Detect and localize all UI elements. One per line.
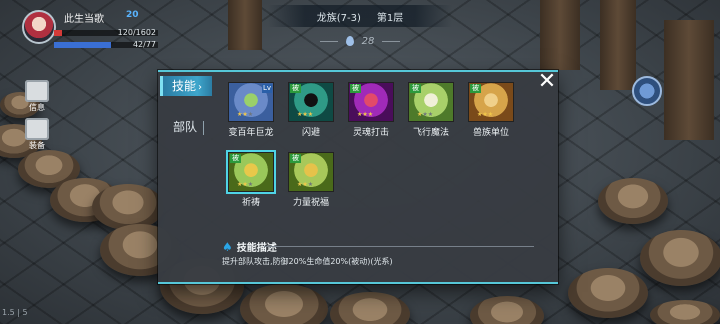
star-icon: ★ <box>247 111 254 118</box>
player-avatar[interactable] <box>22 10 56 44</box>
skill-description-text: 提升部队攻击,防御20%生命值20%(被动)(光系) <box>222 257 393 266</box>
star-rating: ★★★ <box>477 111 493 119</box>
wooden-post <box>228 0 262 50</box>
hp-bar: 120/1602 <box>54 28 158 37</box>
black-cat-icon: 被 ★★★ <box>288 82 334 122</box>
step-counter: 28 <box>312 34 408 48</box>
wooden-stump <box>92 184 164 230</box>
map-marker-icon[interactable] <box>632 76 662 106</box>
mp-bar-fill <box>54 42 112 48</box>
wooden-post <box>664 20 714 140</box>
divider <box>382 40 401 42</box>
spade-icon: ♠ <box>222 239 233 254</box>
info-button-label: 信息 <box>29 103 45 112</box>
heart-hand-icon: 被 ★★★ <box>288 152 334 192</box>
wooden-post <box>600 0 636 90</box>
passive-badge: 被 <box>350 84 361 93</box>
info-icon <box>25 80 49 102</box>
passive-badge: 被 <box>470 84 481 93</box>
skill-slot[interactable]: 被 ★★★ 灵魂打击 <box>346 82 396 144</box>
star-rating: ★★★ <box>357 111 373 119</box>
star-icon: ★ <box>487 111 494 118</box>
skill-slot[interactable]: 被 ★★★ 力量祝福 <box>286 152 336 214</box>
skill-label: 变百年巨龙 <box>228 128 274 138</box>
wooden-stump <box>640 230 720 286</box>
skill-label: 力量祝福 <box>292 198 329 208</box>
star-rating: ★★★ <box>237 111 253 119</box>
wooden-stump <box>568 268 648 318</box>
skill-slot[interactable]: 被 ★★★ 祈祷 <box>226 150 276 214</box>
divider <box>264 246 534 247</box>
beast-icon: 被 ★★★ <box>468 82 514 122</box>
skill-label: 飞行魔法 <box>412 128 449 138</box>
drop-icon <box>345 36 354 46</box>
tab-army[interactable]: 部队 <box>164 117 216 137</box>
player-level: 20 <box>126 10 139 20</box>
version-text: 1.5 | 5 <box>2 308 28 317</box>
wooden-stump <box>650 300 720 324</box>
star-icon: ★ <box>307 181 314 188</box>
divider <box>319 40 338 42</box>
stage-floor: 第1层 <box>376 12 404 24</box>
skill-label: 兽族单位 <box>472 128 509 138</box>
player-status-panel: 此生当歌 20 120/1602 42/77 <box>0 6 160 50</box>
tab-army-label: 部队 <box>173 120 198 134</box>
skill-slot[interactable]: 被 ★★★ 兽族单位 <box>466 82 516 144</box>
star-rating: ★★★ <box>417 111 433 119</box>
star-icon: ★ <box>307 111 314 118</box>
skill-label: 祈祷 <box>241 198 260 208</box>
level-badge: Lv <box>261 84 272 93</box>
wooden-post <box>540 0 580 70</box>
skill-label: 灵魂打击 <box>352 128 389 138</box>
chevron-right-icon: › <box>198 82 203 93</box>
star-icon: ★ <box>247 181 254 188</box>
stage-banner: 龙族(7-3) 第1层 <box>268 5 452 27</box>
stage-name: 龙族(7-3) <box>316 12 361 24</box>
passive-badge: 被 <box>290 84 301 93</box>
player-name: 此生当歌 <box>64 14 104 25</box>
passive-badge: 被 <box>290 154 301 163</box>
step-count: 28 <box>361 35 375 47</box>
feather-icon: 被 ★★★ <box>408 82 454 122</box>
skill-slot[interactable]: 被 ★★★ 飞行魔法 <box>406 82 456 144</box>
hp-bar-fill <box>54 30 62 36</box>
star-icon: ★ <box>427 111 434 118</box>
equipment-button[interactable]: 装备 <box>22 118 52 154</box>
equipment-icon <box>25 118 49 140</box>
info-button[interactable]: 信息 <box>22 80 52 116</box>
star-rating: ★★★ <box>297 181 313 189</box>
skill-slot[interactable]: Lv ★★★ 变百年巨龙 <box>226 82 276 144</box>
skill-label: 闪避 <box>301 128 320 138</box>
wooden-stump <box>240 284 328 324</box>
star-icon: ★ <box>367 111 374 118</box>
tab-skills-label: 技能 <box>172 79 197 93</box>
wooden-stump <box>470 296 544 324</box>
soul-strike-icon: 被 ★★★ <box>348 82 394 122</box>
mp-text: 42/77 <box>132 40 156 49</box>
equipment-button-label: 装备 <box>29 141 45 150</box>
hp-text: 120/1602 <box>117 28 156 37</box>
wooden-stump <box>598 178 668 224</box>
dragon-icon: Lv ★★★ <box>228 82 274 122</box>
wooden-stump <box>330 292 410 324</box>
star-rating: ★★★ <box>297 111 313 119</box>
tab-skills[interactable]: 技能 › <box>160 76 212 96</box>
star-rating: ★★★ <box>237 181 253 189</box>
skill-slot[interactable]: 被 ★★★ 闪避 <box>286 82 336 144</box>
passive-badge: 被 <box>230 154 241 163</box>
passive-badge: 被 <box>410 84 421 93</box>
close-icon[interactable]: ✕ <box>537 71 557 93</box>
mp-bar: 42/77 <box>54 40 158 49</box>
winged-shield-icon: 被 ★★★ <box>226 150 276 194</box>
